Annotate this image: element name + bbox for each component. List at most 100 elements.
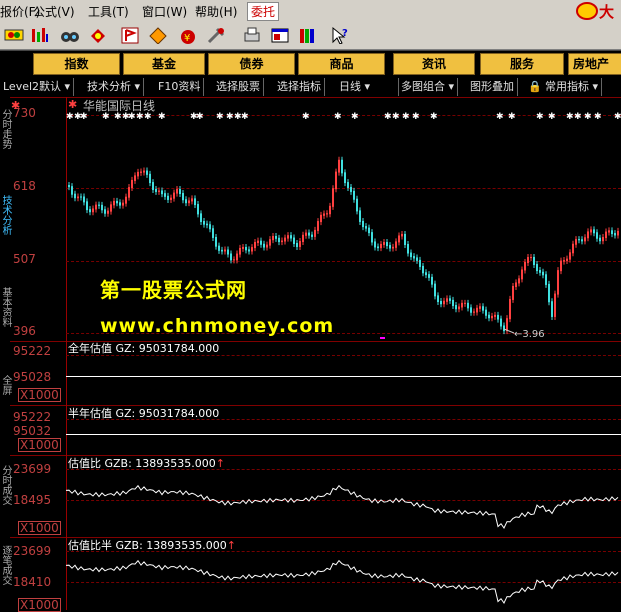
pane-settings-icon[interactable]: ✱ [11, 99, 20, 112]
category-bar: 指数 基金 债券 商品 资讯 服务 房地产 [0, 50, 621, 75]
category-service[interactable]: 服务 [480, 53, 564, 75]
candle [404, 233, 406, 245]
candles [68, 156, 619, 335]
candle [536, 264, 538, 272]
binoculars-icon[interactable] [60, 26, 80, 44]
tab-tech-analysis[interactable]: 技术分析 ▾ [84, 78, 145, 96]
candle [392, 246, 394, 249]
candle [362, 220, 364, 228]
candle [395, 241, 397, 248]
menu-formula[interactable]: 公式(V) [33, 3, 75, 20]
tab-level2[interactable]: Level2默认 ▾ [0, 78, 75, 96]
candle [89, 209, 91, 213]
candle [134, 175, 136, 181]
candle [563, 260, 565, 262]
app-logo: 大 [575, 1, 615, 21]
candle [68, 185, 70, 188]
candle [605, 231, 607, 239]
candlestick-chart: ✱ ✱✱ ✱ ✱ ✱✱ ✱ ✱ ✱ ✱✱ ✱ ✱ ✱ ✱ ✱ ✱ ✱ ✱ ✱ ✱ ✱ ✱ ✱ ✱ ✱ ✱ ✱ ✱ ✱ ✱ ✱ ←3.96 [66, 112, 621, 340]
candle [158, 190, 160, 192]
candle [125, 196, 127, 204]
signal-marker: ✱ [412, 112, 420, 122]
category-fund[interactable]: 基金 [123, 53, 205, 75]
left-tab-fullscreen[interactable]: 全屏 [0, 375, 11, 395]
category-commodity[interactable]: 商品 [298, 53, 385, 75]
diamond-icon[interactable] [148, 26, 168, 44]
tab-daily[interactable]: 日线 ▾ [336, 78, 399, 96]
category-index[interactable]: 指数 [33, 53, 120, 75]
candle [428, 274, 430, 278]
vote-icon[interactable] [4, 26, 24, 44]
candle [152, 182, 154, 190]
menu-help[interactable]: 帮助(H) [195, 3, 237, 20]
money-bag-icon[interactable]: ¥ [178, 26, 198, 44]
candle [524, 262, 526, 271]
menu-window[interactable]: 窗口(W) [142, 3, 187, 20]
menu-trade[interactable]: 委托 [247, 2, 280, 21]
svg-text:¥: ¥ [184, 33, 190, 44]
candle [86, 201, 88, 211]
candle [92, 208, 94, 213]
left-tab-tech[interactable]: 技术分析 [0, 195, 11, 235]
tab-label: 选择股票 [216, 80, 260, 93]
candle [452, 299, 454, 307]
candle [113, 200, 115, 206]
candle [233, 259, 235, 261]
svg-text:?: ? [342, 28, 348, 39]
left-tab-basic[interactable]: 基本资料 [0, 287, 11, 327]
menu-tools[interactable]: 工具(T) [88, 3, 129, 20]
candle [77, 196, 79, 199]
candle [284, 237, 286, 242]
candle [593, 229, 595, 234]
left-tab-trades[interactable]: 分时成交 [0, 465, 11, 505]
candle [215, 236, 217, 247]
tab-f10[interactable]: F10资料 [155, 78, 205, 96]
candle [497, 314, 499, 320]
chevron-down-icon: ▾ [448, 80, 455, 93]
candle [197, 204, 199, 215]
left-tab-ticks[interactable]: 逐笔成交 [0, 545, 11, 585]
candle [443, 300, 445, 305]
signal-marker: ✱ [392, 112, 400, 122]
menu-bar: 报价(F) 公式(V) 工具(T) 窗口(W) 帮助(H) 委托 大 [0, 0, 621, 23]
window-icon[interactable] [270, 26, 290, 44]
candle [173, 192, 175, 199]
signal-marker: ✱ [136, 112, 144, 122]
category-realestate[interactable]: 房地产 [568, 53, 621, 75]
tab-select-indicator[interactable]: 选择指标 [274, 78, 325, 96]
candle [218, 245, 220, 251]
candle [353, 190, 355, 200]
candle [281, 240, 283, 243]
candle [140, 171, 142, 173]
candle [326, 213, 328, 215]
tab-common-indicator[interactable]: 常用指标 ▾ [542, 78, 603, 96]
logo-text: 大 [599, 3, 614, 21]
books-icon[interactable] [298, 26, 318, 44]
print-icon[interactable] [242, 26, 262, 44]
alarm-icon[interactable] [88, 26, 108, 44]
low-price-label: ←3.96 [514, 329, 545, 340]
tab-multi-chart[interactable]: 多图组合 ▾ [398, 78, 459, 96]
candle [512, 285, 514, 300]
help-pointer-icon[interactable]: ? [330, 26, 350, 44]
tab-overlay[interactable]: 图形叠加 [467, 78, 518, 96]
candle [521, 269, 523, 280]
tab-label: 技术分析 [87, 80, 131, 93]
category-bond[interactable]: 债券 [208, 53, 295, 75]
left-tab-intraday[interactable]: 分时走势 [0, 109, 11, 149]
candle [293, 237, 295, 244]
candle [380, 243, 382, 249]
candle [515, 282, 517, 287]
candle [440, 301, 442, 305]
category-news[interactable]: 资讯 [393, 53, 475, 75]
candle [509, 298, 511, 320]
candle [383, 242, 385, 245]
tab-select-stock[interactable]: 选择股票 [213, 78, 264, 96]
candle [578, 239, 580, 241]
tools-icon[interactable] [206, 26, 226, 44]
candle [179, 189, 181, 195]
candle [263, 243, 265, 248]
flag-icon[interactable] [120, 26, 140, 44]
candle [338, 159, 340, 173]
bar-chart-icon[interactable] [30, 26, 50, 44]
